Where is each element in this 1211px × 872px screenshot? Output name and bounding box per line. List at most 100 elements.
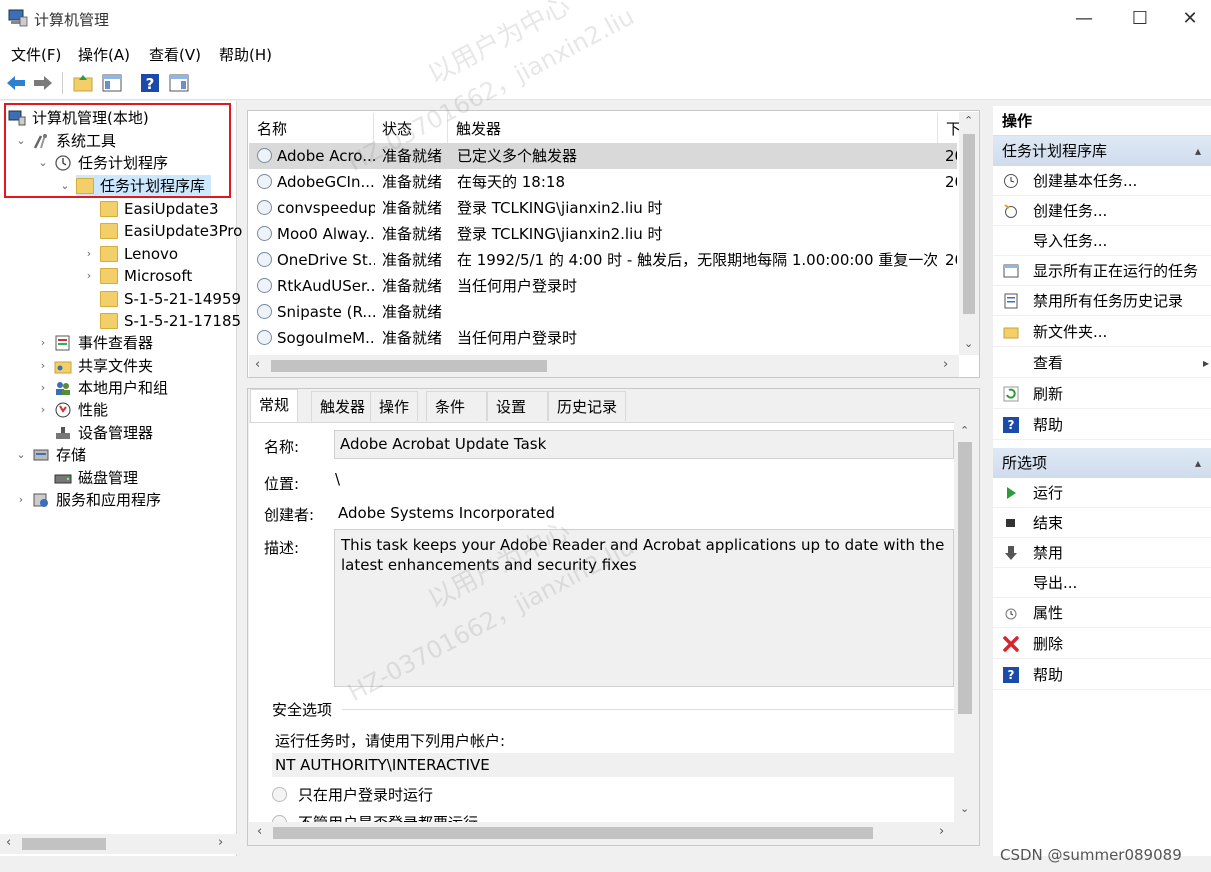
table-row[interactable]: SogouImeM... 准备就绪 当任何用户登录时: [249, 325, 957, 351]
description-field[interactable]: This task keeps your Adobe Reader and Ac…: [334, 529, 954, 687]
action-export[interactable]: 导出...: [993, 568, 1211, 598]
show-hide-action-pane-icon[interactable]: [167, 71, 191, 95]
scroll-right-icon[interactable]: ›: [943, 357, 948, 372]
show-hide-console-tree-icon[interactable]: [100, 71, 124, 95]
tree-node-services-apps[interactable]: › 服务和应用程序: [19, 489, 161, 511]
menu-file[interactable]: 文件(F): [11, 44, 61, 65]
table-row[interactable]: convspeedup 准备就绪 登录 TCLKING\jianxin2.liu…: [249, 195, 957, 221]
scroll-right-icon[interactable]: ›: [218, 835, 223, 850]
action-delete[interactable]: 删除: [993, 629, 1211, 659]
chevron-right-icon[interactable]: ›: [36, 332, 50, 354]
scroll-up-icon[interactable]: ⌃: [960, 424, 969, 437]
action-help[interactable]: ? 帮助: [993, 410, 1211, 440]
radio-logged-on-only[interactable]: [272, 787, 287, 802]
column-header-name[interactable]: 名称: [249, 113, 374, 145]
up-folder-icon[interactable]: [71, 71, 95, 95]
tree-node-folder[interactable]: EasiUpdate3Pro: [100, 220, 242, 242]
tree-node-performance[interactable]: › 性能: [41, 399, 108, 421]
menu-view[interactable]: 查看(V): [149, 44, 201, 65]
scrollbar-thumb[interactable]: [963, 134, 975, 314]
scroll-left-icon[interactable]: ‹: [257, 824, 262, 839]
detail-horizontal-scrollbar[interactable]: ‹ ›: [249, 822, 976, 844]
tab-settings[interactable]: 设置: [487, 391, 548, 421]
table-row[interactable]: RtkAudUSer... 准备就绪 当任何用户登录时: [249, 273, 957, 299]
tree-node-local-users[interactable]: › 本地用户和组: [41, 377, 168, 399]
tree-node-disk-management[interactable]: 磁盘管理: [54, 467, 138, 489]
tab-general[interactable]: 常规: [250, 389, 299, 423]
scrollbar-thumb[interactable]: [273, 827, 873, 839]
action-view[interactable]: 查看 ▸: [993, 348, 1211, 378]
chevron-right-icon[interactable]: ›: [14, 489, 28, 511]
column-header-status[interactable]: 状态: [374, 113, 448, 145]
action-properties[interactable]: 属性: [993, 598, 1211, 628]
tab-history[interactable]: 历史记录: [548, 391, 627, 421]
collapse-icon[interactable]: ▴: [1195, 136, 1201, 166]
column-header-next-run[interactable]: 下: [938, 113, 961, 145]
scrollbar-thumb[interactable]: [22, 838, 106, 850]
list-vertical-scrollbar[interactable]: ⌃ ⌄: [959, 112, 979, 355]
action-end[interactable]: 结束: [993, 508, 1211, 538]
column-header-trigger[interactable]: 触发器: [448, 113, 938, 145]
chevron-right-icon[interactable]: ›: [82, 265, 96, 287]
minimize-button[interactable]: —: [1055, 0, 1113, 38]
chevron-right-icon[interactable]: ›: [36, 399, 50, 421]
task-name-field[interactable]: Adobe Acrobat Update Task: [334, 430, 954, 459]
chevron-down-icon[interactable]: ⌄: [14, 444, 28, 466]
tree-node-folder[interactable]: EasiUpdate3: [100, 198, 219, 220]
action-create-basic-task[interactable]: 创建基本任务...: [993, 166, 1211, 196]
tree-node-shared-folders[interactable]: › 共享文件夹: [41, 355, 153, 377]
action-disable-history[interactable]: 禁用所有任务历史记录: [993, 286, 1211, 316]
scroll-left-icon[interactable]: ‹: [6, 835, 11, 850]
table-row[interactable]: OneDrive St... 准备就绪 在 1992/5/1 的 4:00 时 …: [249, 247, 957, 273]
scroll-right-icon[interactable]: ›: [939, 824, 944, 839]
table-row[interactable]: Adobe Acro... 准备就绪 已定义多个触发器 20: [249, 143, 957, 169]
title-bar: 计算机管理 — ☐ ✕: [0, 0, 1211, 38]
menu-action[interactable]: 操作(A): [78, 44, 130, 65]
back-arrow-icon[interactable]: [4, 71, 28, 95]
action-disable[interactable]: 禁用: [993, 538, 1211, 568]
chevron-right-icon[interactable]: ›: [82, 243, 96, 265]
action-show-running-tasks[interactable]: 显示所有正在运行的任务: [993, 256, 1211, 286]
tree-node-folder[interactable]: › Lenovo: [87, 243, 178, 265]
tree-node-storage[interactable]: ⌄ 存储: [16, 444, 86, 466]
table-row[interactable]: Moo0 Alway... 准备就绪 登录 TCLKING\jianxin2.l…: [249, 221, 957, 247]
radio-whether-logged-on[interactable]: [272, 815, 287, 822]
tree-node-folder[interactable]: S-1-5-21-17185: [100, 310, 241, 332]
tree-node-folder[interactable]: › Microsoft: [87, 265, 192, 287]
tab-actions[interactable]: 操作: [370, 391, 419, 421]
action-help-selected[interactable]: ? 帮助: [993, 660, 1211, 690]
collapse-icon[interactable]: ▴: [1195, 448, 1201, 478]
folder-icon: [100, 223, 118, 239]
scroll-up-icon[interactable]: ⌃: [964, 114, 973, 127]
action-create-task[interactable]: 创建任务...: [993, 196, 1211, 226]
tree-horizontal-scrollbar[interactable]: ‹ ›: [0, 834, 237, 854]
action-import-task[interactable]: 导入任务...: [993, 226, 1211, 256]
scroll-down-icon[interactable]: ⌄: [960, 802, 969, 815]
scrollbar-thumb[interactable]: [271, 360, 547, 372]
action-run[interactable]: 运行: [993, 478, 1211, 508]
scroll-down-icon[interactable]: ⌄: [964, 337, 973, 350]
section-selected-item[interactable]: 所选项 ▴: [993, 448, 1211, 478]
chevron-right-icon[interactable]: ›: [36, 355, 50, 377]
action-refresh[interactable]: 刷新: [993, 379, 1211, 409]
table-row[interactable]: Snipaste (R... 准备就绪: [249, 299, 957, 325]
detail-vertical-scrollbar[interactable]: ⌃ ⌄: [954, 422, 976, 822]
list-horizontal-scrollbar[interactable]: ‹ ›: [249, 355, 959, 377]
forward-arrow-icon[interactable]: [31, 71, 55, 95]
help-icon[interactable]: ?: [138, 71, 162, 95]
tree-node-event-viewer[interactable]: › 事件查看器: [41, 332, 153, 354]
action-new-folder[interactable]: 新文件夹...: [993, 317, 1211, 347]
scrollbar-thumb[interactable]: [958, 442, 972, 714]
section-task-library[interactable]: 任务计划程序库 ▴: [993, 136, 1211, 166]
tree-node-folder[interactable]: S-1-5-21-14959: [100, 288, 241, 310]
tree-node-device-manager[interactable]: 设备管理器: [54, 422, 153, 444]
tab-triggers[interactable]: 触发器: [311, 391, 375, 421]
scroll-left-icon[interactable]: ‹: [255, 357, 260, 372]
chevron-right-icon[interactable]: ›: [36, 377, 50, 399]
tab-conditions[interactable]: 条件: [426, 391, 487, 421]
shared-folder-icon: [54, 361, 72, 374]
table-row[interactable]: AdobeGCIn... 准备就绪 在每天的 18:18 20: [249, 169, 957, 195]
close-button[interactable]: ✕: [1169, 0, 1211, 38]
maximize-button[interactable]: ☐: [1111, 0, 1169, 38]
menu-help[interactable]: 帮助(H): [219, 44, 272, 65]
